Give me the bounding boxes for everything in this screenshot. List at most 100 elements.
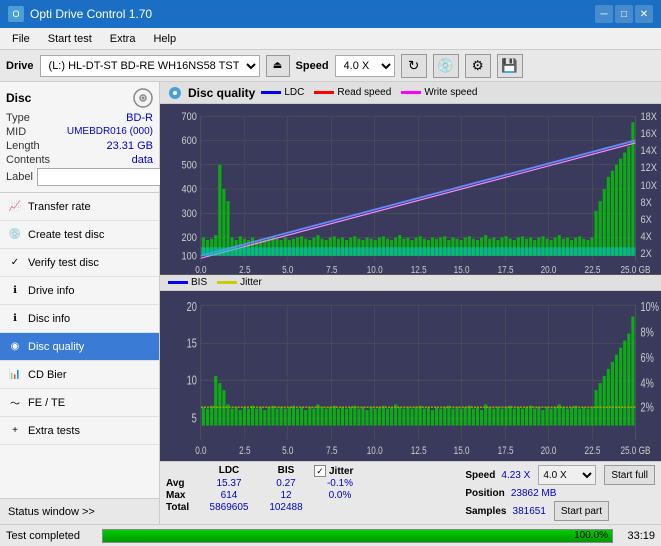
total-label: Total bbox=[166, 502, 198, 513]
maximize-button[interactable]: □ bbox=[615, 5, 633, 23]
transfer-rate-icon: 📈 bbox=[8, 200, 22, 214]
cd-bier-label: CD Bier bbox=[28, 369, 67, 381]
bis-color bbox=[168, 281, 188, 284]
svg-text:4X: 4X bbox=[641, 231, 652, 243]
create-disc-label: Create test disc bbox=[28, 229, 104, 241]
disc-quality-header-icon bbox=[168, 86, 182, 100]
sidebar-item-fe-te[interactable]: 〜 FE / TE bbox=[0, 389, 159, 417]
svg-text:22.5: 22.5 bbox=[585, 445, 601, 458]
ldc-color bbox=[261, 91, 281, 94]
svg-text:300: 300 bbox=[181, 208, 197, 220]
menu-extra[interactable]: Extra bbox=[102, 31, 144, 47]
type-label: Type bbox=[6, 112, 30, 124]
status-window-label: Status window >> bbox=[8, 506, 95, 518]
max-bis: 12 bbox=[260, 490, 312, 501]
sidebar-item-transfer-rate[interactable]: 📈 Transfer rate bbox=[0, 193, 159, 221]
svg-text:20: 20 bbox=[187, 301, 197, 315]
start-part-button[interactable]: Start part bbox=[554, 501, 609, 521]
stats-panel: LDC BIS ✓ Jitter Avg 15.37 0.27 -0.1% bbox=[160, 461, 661, 524]
charts-container: 700 600 500 400 300 200 100 18X 16X 14X … bbox=[160, 104, 661, 461]
svg-text:18X: 18X bbox=[641, 111, 658, 123]
svg-text:8%: 8% bbox=[641, 326, 654, 340]
svg-text:500: 500 bbox=[181, 160, 197, 172]
jitter-checkbox[interactable]: ✓ bbox=[314, 465, 326, 477]
read-speed-color bbox=[314, 91, 334, 94]
disc-info-icon: ℹ bbox=[8, 312, 22, 326]
svg-text:17.5: 17.5 bbox=[498, 445, 514, 458]
position-label: Position bbox=[465, 488, 504, 499]
save-button[interactable]: 💾 bbox=[497, 54, 523, 78]
sidebar-item-disc-info[interactable]: ℹ Disc info bbox=[0, 305, 159, 333]
type-value: BD-R bbox=[126, 112, 153, 124]
col-ldc: LDC bbox=[200, 465, 258, 477]
disc-button[interactable]: 💿 bbox=[433, 54, 459, 78]
sidebar-item-create-test-disc[interactable]: 💿 Create test disc bbox=[0, 221, 159, 249]
svg-text:22.5: 22.5 bbox=[585, 264, 601, 274]
sidebar-item-verify-test-disc[interactable]: ✓ Verify test disc bbox=[0, 249, 159, 277]
disc-quality-title: Disc quality bbox=[188, 86, 255, 100]
svg-text:7.5: 7.5 bbox=[326, 264, 337, 274]
menu-help[interactable]: Help bbox=[145, 31, 184, 47]
disc-info-label: Disc info bbox=[28, 313, 70, 325]
svg-text:5.0: 5.0 bbox=[282, 445, 294, 458]
svg-text:8X: 8X bbox=[641, 197, 652, 209]
close-button[interactable]: ✕ bbox=[635, 5, 653, 23]
eject-button[interactable]: ⏏ bbox=[266, 55, 290, 77]
contents-label: Contents bbox=[6, 154, 50, 166]
sidebar-item-cd-bier[interactable]: 📊 CD Bier bbox=[0, 361, 159, 389]
minimize-button[interactable]: ─ bbox=[595, 5, 613, 23]
length-label: Length bbox=[6, 140, 40, 152]
disc-title: Disc bbox=[6, 91, 31, 105]
progress-bar: 100.0% bbox=[102, 529, 613, 543]
svg-text:2.5: 2.5 bbox=[239, 264, 250, 274]
menu-start-test[interactable]: Start test bbox=[40, 31, 100, 47]
bis-label: BIS bbox=[191, 277, 207, 288]
svg-text:4%: 4% bbox=[641, 377, 654, 391]
progress-percent: 100.0% bbox=[574, 530, 608, 542]
disc-quality-label: Disc quality bbox=[28, 341, 84, 353]
svg-text:5.0: 5.0 bbox=[282, 264, 293, 274]
svg-text:16X: 16X bbox=[641, 128, 658, 140]
svg-text:20.0: 20.0 bbox=[541, 264, 557, 274]
app-title: Opti Drive Control 1.70 bbox=[30, 7, 152, 21]
start-full-button[interactable]: Start full bbox=[604, 465, 655, 485]
svg-text:2.5: 2.5 bbox=[239, 445, 251, 458]
content-area: Disc quality LDC Read speed Write speed bbox=[160, 82, 661, 524]
label-input[interactable] bbox=[37, 168, 175, 186]
avg-ldc: 15.37 bbox=[200, 478, 258, 489]
verify-disc-label: Verify test disc bbox=[28, 257, 99, 269]
settings-button[interactable]: ⚙ bbox=[465, 54, 491, 78]
speed-select[interactable]: 4.0 X bbox=[335, 55, 395, 77]
sidebar-item-disc-quality[interactable]: ◉ Disc quality bbox=[0, 333, 159, 361]
svg-text:10: 10 bbox=[187, 374, 197, 388]
svg-text:12.5: 12.5 bbox=[411, 264, 427, 274]
svg-text:7.5: 7.5 bbox=[326, 445, 338, 458]
refresh-button[interactable]: ↻ bbox=[401, 54, 427, 78]
samples-label: Samples bbox=[465, 506, 506, 517]
svg-text:10%: 10% bbox=[641, 301, 660, 315]
mid-value: UMEBDR016 (000) bbox=[67, 126, 153, 138]
legend2: BIS Jitter bbox=[168, 277, 262, 288]
svg-text:6%: 6% bbox=[641, 352, 654, 366]
status-text: Test completed bbox=[6, 530, 96, 542]
menu-file[interactable]: File bbox=[4, 31, 38, 47]
drive-select[interactable]: (L:) HL-DT-ST BD-RE WH16NS58 TST4 bbox=[40, 55, 260, 77]
sidebar-item-drive-info[interactable]: ℹ Drive info bbox=[0, 277, 159, 305]
total-ldc: 5869605 bbox=[200, 502, 258, 513]
write-speed-color bbox=[401, 91, 421, 94]
status-window-button[interactable]: Status window >> bbox=[0, 498, 159, 524]
sidebar-item-extra-tests[interactable]: + Extra tests bbox=[0, 417, 159, 445]
svg-text:0.0: 0.0 bbox=[195, 264, 206, 274]
svg-text:200: 200 bbox=[181, 233, 197, 245]
svg-text:14X: 14X bbox=[641, 145, 658, 157]
label-label: Label bbox=[6, 171, 33, 183]
cd-bier-icon: 📊 bbox=[8, 368, 22, 382]
svg-text:400: 400 bbox=[181, 184, 197, 196]
progress-area: Test completed 100.0% 33:19 bbox=[0, 524, 661, 546]
sidebar: Disc Type BD-R MID UMEBDR016 (000) Lengt… bbox=[0, 82, 160, 524]
speed-dropdown[interactable]: 4.0 X bbox=[538, 465, 596, 485]
svg-text:5: 5 bbox=[192, 412, 197, 426]
jitter-label: Jitter bbox=[240, 277, 262, 288]
svg-text:20.0: 20.0 bbox=[541, 445, 557, 458]
disc-quality-icon: ◉ bbox=[8, 340, 22, 354]
